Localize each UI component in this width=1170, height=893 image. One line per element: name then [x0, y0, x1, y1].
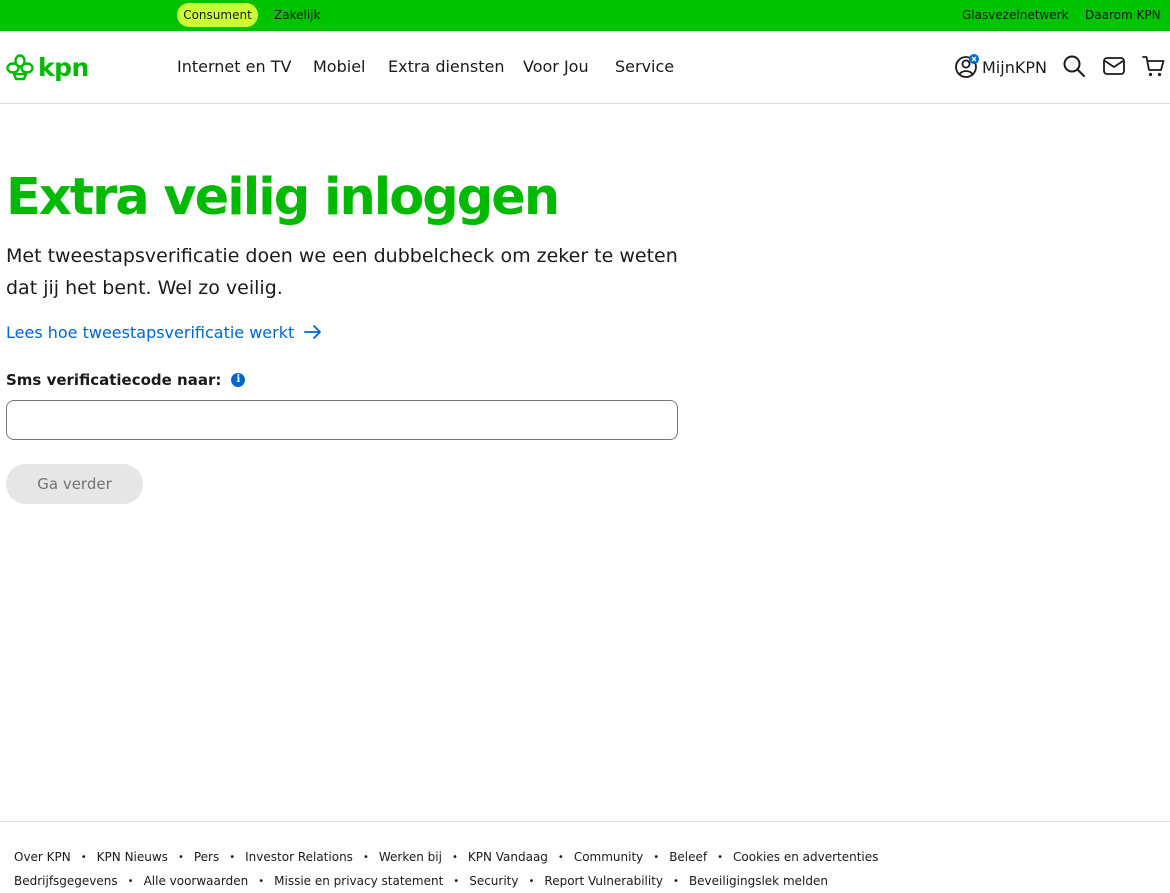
footer-link-kpn-nieuws[interactable]: KPN Nieuws: [97, 850, 168, 864]
footer-link-missie-privacy[interactable]: Missie en privacy statement: [274, 874, 443, 888]
segment-zakelijk[interactable]: Zakelijk: [274, 3, 320, 27]
mijnkpn-button[interactable]: MijnKPN: [955, 54, 1047, 80]
footer-link-investor-relations[interactable]: Investor Relations: [245, 850, 353, 864]
site-header: kpn Internet en TV Mobiel Extra diensten…: [0, 31, 1170, 104]
footer-bullet: •: [717, 851, 724, 863]
page-title: Extra veilig inloggen: [6, 168, 560, 227]
nav-service[interactable]: Service: [615, 57, 674, 76]
sms-code-label-text: Sms verificatiecode naar:: [6, 371, 222, 389]
footer-link-beleef[interactable]: Beleef: [669, 850, 707, 864]
footer-links-row-2: Bedrijfsgegevens • Alle voorwaarden • Miss…: [14, 874, 828, 888]
footer-link-over-kpn[interactable]: Over KPN: [14, 850, 71, 864]
arrow-right-icon: [304, 325, 322, 339]
top-link-daarom-kpn[interactable]: Daarom KPN: [1085, 3, 1161, 27]
footer-link-cookies[interactable]: Cookies en advertenties: [733, 850, 878, 864]
footer-bullet: •: [453, 875, 460, 887]
top-bar: Consument Zakelijk Glasvezelnetwerk Daar…: [0, 0, 1170, 31]
footer-bullet: •: [451, 851, 458, 863]
footer-link-werken-bij[interactable]: Werken bij: [379, 850, 442, 864]
mijnkpn-label: MijnKPN: [982, 57, 1047, 77]
footer-link-pers[interactable]: Pers: [194, 850, 219, 864]
cart-icon[interactable]: [1142, 54, 1166, 78]
footer-bullet: •: [362, 851, 369, 863]
user-icon: [955, 54, 979, 78]
nav-voor-jou[interactable]: Voor Jou: [523, 57, 589, 76]
footer-link-kpn-vandaag[interactable]: KPN Vandaag: [468, 850, 548, 864]
footer-links-row-1: Over KPN • KPN Nieuws • Pers • Investor Rel…: [14, 850, 878, 864]
learn-more-link[interactable]: Lees hoe tweestapsverificatie werkt: [6, 320, 322, 344]
footer-bullet: •: [673, 875, 679, 887]
kpn-crown-icon: [6, 54, 34, 81]
intro-text: Met tweestapsverificatie doen we een dub…: [6, 245, 678, 299]
kpn-logo[interactable]: kpn: [5, 51, 89, 83]
learn-more-label: Lees hoe tweestapsverificatie werkt: [6, 322, 295, 342]
nav-internet-en-tv[interactable]: Internet en TV: [177, 57, 291, 76]
sms-code-input[interactable]: [6, 400, 678, 440]
top-link-glasvezelnetwerk[interactable]: Glasvezelnetwerk: [962, 3, 1069, 27]
footer-bullet: •: [177, 851, 184, 863]
footer-bullet: •: [80, 851, 87, 863]
site-footer: Over KPN • KPN Nieuws • Pers • Investor Rel…: [0, 821, 1170, 893]
footer-bullet: •: [258, 875, 265, 887]
logo-text: kpn: [38, 52, 89, 82]
footer-bullet: •: [127, 875, 134, 887]
footer-link-security[interactable]: Security: [469, 874, 518, 888]
footer-link-report-vulnerability[interactable]: Report Vulnerability: [544, 874, 663, 888]
search-icon[interactable]: [1062, 54, 1086, 78]
footer-bullet: •: [528, 875, 535, 887]
segment-consument[interactable]: Consument: [177, 3, 258, 27]
continue-button[interactable]: Ga verder: [6, 464, 143, 504]
footer-link-alle-voorwaarden[interactable]: Alle voorwaarden: [144, 874, 249, 888]
footer-bullet: •: [653, 851, 660, 863]
sms-code-field-label: Sms verificatiecode naar: i: [6, 369, 246, 391]
footer-link-community[interactable]: Community: [574, 850, 643, 864]
info-icon[interactable]: i: [231, 373, 246, 387]
footer-link-bedrijfsgegevens[interactable]: Bedrijfsgegevens: [14, 874, 118, 888]
footer-bullet: •: [229, 851, 236, 863]
nav-mobiel[interactable]: Mobiel: [313, 57, 365, 76]
nav-extra-diensten[interactable]: Extra diensten: [388, 57, 505, 76]
footer-bullet: •: [557, 851, 564, 863]
mail-icon[interactable]: [1102, 54, 1126, 78]
footer-link-beveiligingslek[interactable]: Beveiligingslek melden: [689, 874, 828, 888]
